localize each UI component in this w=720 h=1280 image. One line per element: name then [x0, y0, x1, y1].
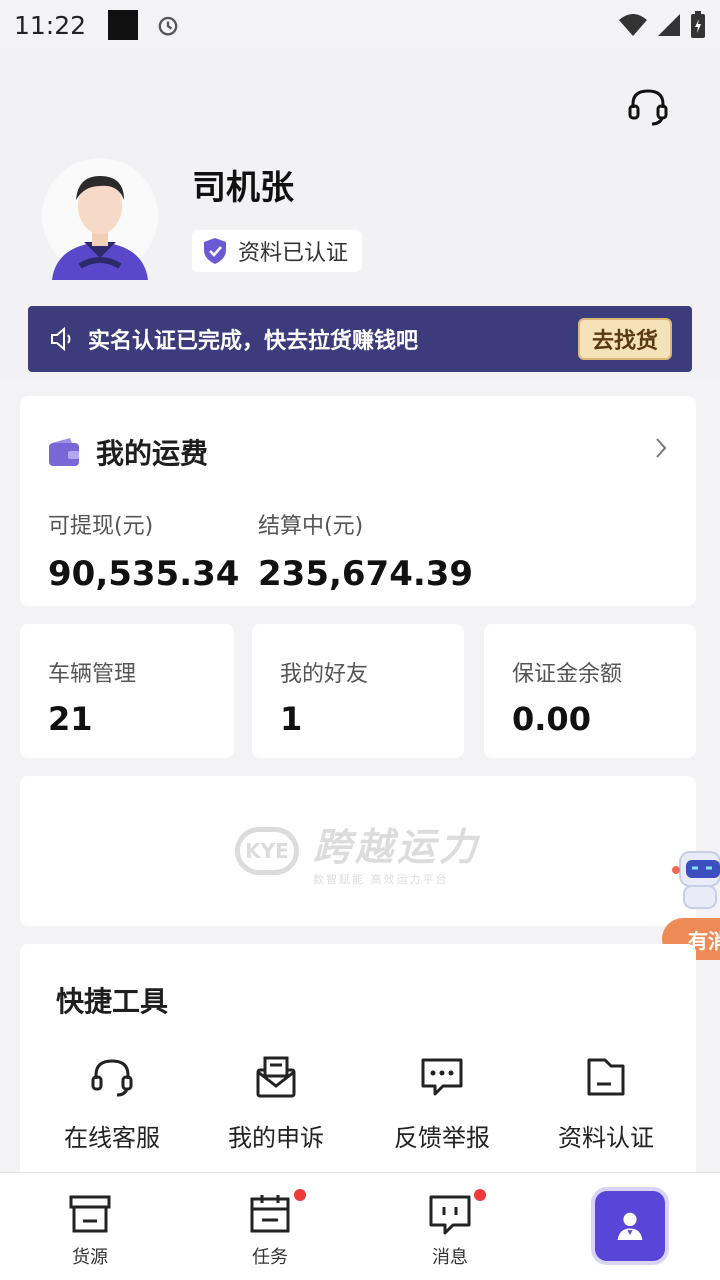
wallet-icon	[49, 438, 79, 466]
deposit-balance-card[interactable]: 保证金余额 0.00	[484, 624, 696, 758]
quick-tools-title: 快捷工具	[56, 985, 169, 1018]
stat-value: 0.00	[512, 700, 591, 738]
stat-label: 保证金余额	[512, 662, 623, 687]
box-icon	[69, 1195, 111, 1233]
settling-value: 235,674.39	[258, 554, 474, 594]
folder-icon	[587, 1058, 625, 1096]
freight-title: 我的运费	[96, 437, 209, 470]
vehicle-management-card[interactable]: 车辆管理 21	[20, 624, 234, 758]
verification-banner: 实名认证已完成，快去拉货赚钱吧 去找货	[28, 306, 692, 372]
user-name: 司机张	[192, 168, 294, 208]
tool-label: 反馈举报	[394, 1124, 490, 1152]
tool-label: 我的申诉	[228, 1124, 324, 1152]
settling-label: 结算中(元)	[258, 514, 364, 539]
withdrawable-label: 可提现(元)	[48, 514, 154, 539]
my-friends-card[interactable]: 我的好友 1	[252, 624, 464, 758]
person-icon	[617, 1212, 643, 1241]
brand-logo: KYE 跨越运力 数智赋能 高效运力平台	[234, 816, 481, 887]
verified-badge[interactable]: 资料已认证	[192, 230, 363, 272]
battery-icon	[691, 11, 705, 38]
customer-service-icon[interactable]	[626, 84, 670, 128]
chevron-right-icon[interactable]	[652, 436, 670, 460]
find-cargo-button[interactable]: 去找货	[577, 318, 672, 360]
banner-text: 实名认证已完成，快去拉货赚钱吧	[88, 329, 419, 354]
quick-tools-card: 快捷工具 在线客服 我的申诉 反馈举报 资料认证	[20, 944, 696, 1184]
settling-amount[interactable]: 结算中(元) 235,674.39	[258, 508, 473, 594]
nav-label: 消息	[432, 1247, 468, 1268]
calendar-icon	[250, 1195, 290, 1233]
chat-icon	[421, 1058, 463, 1096]
tool-feedback-report[interactable]: 反馈举报	[360, 1054, 524, 1153]
nav-item-tasks[interactable]: 任务	[180, 1173, 360, 1280]
mail-icon	[256, 1056, 296, 1098]
logo-mark: KYE	[234, 827, 299, 875]
bottom-navigation: 货源 任务 消息	[0, 1172, 720, 1280]
nav-label: 任务	[252, 1247, 288, 1268]
headset-icon	[91, 1059, 133, 1097]
robot-assistant-icon[interactable]	[660, 842, 720, 922]
me-button[interactable]	[595, 1191, 665, 1261]
nav-item-messages[interactable]: 消息	[360, 1173, 540, 1280]
stat-label: 车辆管理	[48, 662, 137, 687]
stat-value: 21	[48, 700, 93, 738]
tool-online-service[interactable]: 在线客服	[30, 1054, 194, 1153]
logo-name: 跨越运力	[312, 824, 481, 869]
tool-document-verification[interactable]: 资料认证	[524, 1054, 688, 1153]
shield-check-icon	[204, 238, 226, 264]
avatar[interactable]	[40, 154, 160, 284]
nav-item-me[interactable]	[540, 1173, 720, 1280]
signal-icon	[658, 14, 680, 36]
status-time: 11:22	[14, 10, 87, 40]
verified-label: 资料已认证	[238, 241, 349, 266]
brand-logo-card: KYE 跨越运力 数智赋能 高效运力平台	[20, 776, 696, 926]
withdrawable-value: 90,535.34	[48, 554, 240, 594]
tool-label: 资料认证	[558, 1124, 654, 1152]
message-icon	[429, 1195, 471, 1235]
tasks-badge-dot	[294, 1189, 306, 1201]
speaker-icon	[51, 326, 71, 352]
tool-label: 在线客服	[64, 1124, 160, 1152]
tool-my-appeals[interactable]: 我的申诉	[194, 1054, 358, 1153]
stat-label: 我的好友	[280, 662, 369, 687]
stat-value: 1	[280, 700, 303, 738]
wifi-icon	[619, 14, 647, 36]
alarm-icon	[158, 16, 178, 36]
status-bar: 11:22	[0, 0, 720, 50]
nav-label: 货源	[72, 1247, 108, 1268]
nav-item-cargo[interactable]: 货源	[0, 1173, 180, 1280]
notification-icon	[108, 10, 139, 40]
withdrawable-amount[interactable]: 可提现(元) 90,535.34	[48, 508, 239, 594]
freight-card[interactable]: 我的运费 可提现(元) 90,535.34 结算中(元) 235,674.39	[20, 396, 696, 606]
messages-badge-dot	[474, 1189, 486, 1201]
logo-tagline: 数智赋能 高效运力平台	[312, 872, 449, 886]
